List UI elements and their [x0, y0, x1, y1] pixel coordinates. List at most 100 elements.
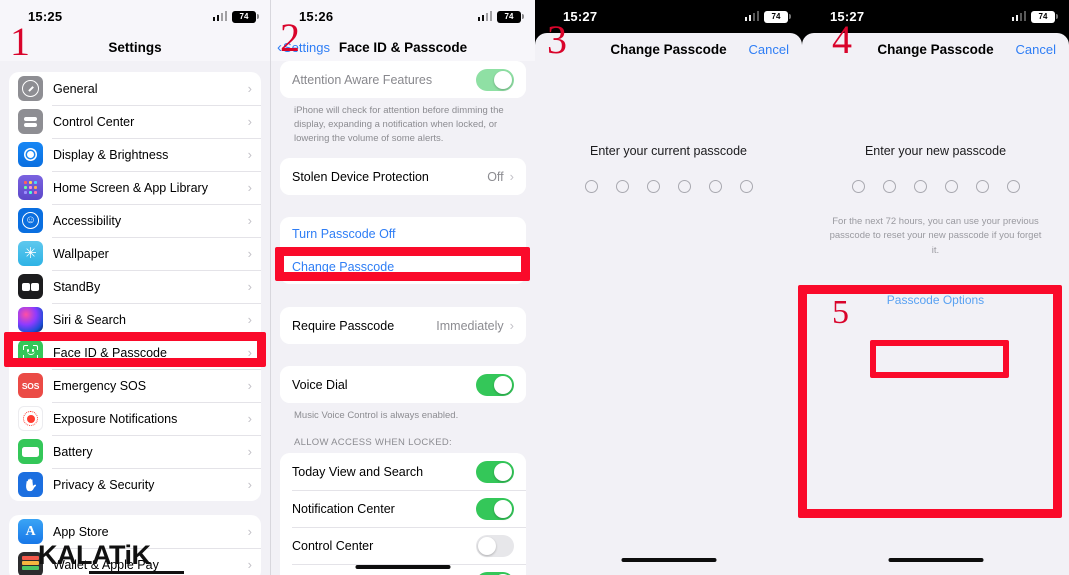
home-indicator: [355, 565, 451, 569]
sidebar-item-face-id-passcode[interactable]: Face ID & Passcode ›: [9, 336, 261, 369]
notification-center-toggle[interactable]: [476, 497, 514, 520]
sheet-title: Change Passcode: [610, 41, 727, 57]
sidebar-item-accessibility[interactable]: ☺ Accessibility ›: [9, 204, 261, 237]
settings-scroll-1[interactable]: General › Control Center › Display & Bri…: [0, 61, 270, 575]
watermark-strike: [89, 571, 184, 574]
tutorial-board: 15:25 74 Settings General › Control Cent…: [0, 0, 1069, 575]
battery-level: 74: [1038, 11, 1048, 21]
settings-group-main: General › Control Center › Display & Bri…: [9, 72, 261, 501]
passcode-dots: [802, 180, 1069, 193]
step-number-4: 4: [832, 17, 852, 62]
settings-scroll-2[interactable]: Attention Aware Features iPhone will che…: [271, 61, 535, 575]
sidebar-item-siri-search[interactable]: Siri & Search ›: [9, 303, 261, 336]
cell-value: Immediately: [436, 318, 504, 333]
status-time: 15:25: [28, 9, 63, 24]
chevron-right-icon: ›: [247, 444, 252, 459]
row-stolen-device-protection[interactable]: Stolen Device Protection Off ›: [280, 158, 526, 196]
passcode-dot: [677, 180, 691, 193]
sidebar-item-home-screen[interactable]: Home Screen & App Library ›: [9, 171, 261, 204]
standby-icon: [18, 274, 43, 299]
passcode-dots: [535, 180, 802, 193]
row-notification-center[interactable]: Notification Center: [280, 490, 526, 528]
today-view-toggle[interactable]: [476, 460, 514, 483]
row-label: Control Center: [53, 114, 135, 129]
cell-label: Stolen Device Protection: [292, 169, 429, 184]
battery-icon: 74: [497, 10, 524, 23]
row-label: Wallpaper: [53, 246, 109, 261]
battery-level: 74: [239, 11, 249, 21]
passcode-dot: [851, 180, 865, 193]
sidebar-item-control-center[interactable]: Control Center ›: [9, 105, 261, 138]
status-bar-2: 15:26 74: [271, 0, 535, 33]
passcode-dot: [882, 180, 896, 193]
cell-label: Require Passcode: [292, 318, 395, 333]
chevron-right-icon: ›: [247, 213, 252, 228]
passcode-dot: [975, 180, 989, 193]
row-control-center[interactable]: Control Center: [280, 527, 526, 565]
cancel-button[interactable]: Cancel: [1016, 42, 1056, 57]
row-attention-aware-features[interactable]: Attention Aware Features: [280, 61, 526, 98]
row-turn-passcode-off[interactable]: Turn Passcode Off: [280, 217, 526, 251]
change-passcode-sheet-3: Change Passcode Cancel Enter your curren…: [535, 33, 802, 575]
chevron-right-icon: ›: [247, 524, 252, 539]
passcode-dot: [944, 180, 958, 193]
chevron-right-icon: ›: [247, 378, 252, 393]
sidebar-item-display-brightness[interactable]: Display & Brightness ›: [9, 138, 261, 171]
nav-bar-1: Settings: [0, 33, 270, 61]
sidebar-item-emergency-sos[interactable]: SOS Emergency SOS ›: [9, 369, 261, 402]
passcode-dot: [584, 180, 598, 193]
accessibility-icon: ☺: [18, 208, 43, 233]
cellular-signal-icon: [744, 11, 759, 21]
require-passcode-group: Require Passcode Immediately ›: [280, 307, 526, 345]
panel-settings-list: 15:25 74 Settings General › Control Cent…: [0, 0, 270, 575]
chevron-right-icon: ›: [247, 114, 252, 129]
sidebar-item-privacy-security[interactable]: Privacy & Security ›: [9, 468, 261, 501]
face-id-icon: [18, 340, 43, 365]
row-label: General: [53, 81, 98, 96]
row-label: Face ID & Passcode: [53, 345, 167, 360]
passcode-reset-hint: For the next 72 hours, you can use your …: [829, 216, 1042, 256]
chevron-right-icon: ›: [247, 312, 252, 327]
cell-value: Off: [487, 169, 504, 184]
chevron-right-icon: ›: [247, 279, 252, 294]
attention-group: Attention Aware Features: [280, 61, 526, 98]
home-screen-icon: [18, 175, 43, 200]
status-indicators: 74: [212, 10, 259, 23]
battery-icon: 74: [1031, 10, 1058, 23]
status-indicators: 74: [477, 10, 524, 23]
row-change-passcode[interactable]: Change Passcode: [280, 250, 526, 285]
cell-label: Attention Aware Features: [292, 72, 433, 87]
sidebar-item-exposure-notifications[interactable]: Exposure Notifications ›: [9, 402, 261, 435]
control-center-toggle[interactable]: [476, 534, 514, 557]
sidebar-item-wallpaper[interactable]: Wallpaper ›: [9, 237, 261, 270]
passcode-actions-group: Turn Passcode Off Change Passcode: [280, 217, 526, 285]
sidebar-item-battery[interactable]: Battery ›: [9, 435, 261, 468]
row-label: Battery: [53, 444, 93, 459]
allow-access-group: Today View and Search Notification Cente…: [280, 453, 526, 575]
home-indicator: [888, 558, 983, 562]
attention-footnote: iPhone will check for attention before d…: [294, 105, 504, 144]
cancel-button[interactable]: Cancel: [749, 42, 789, 57]
voice-dial-toggle[interactable]: [476, 373, 514, 396]
sheet-nav-3: Change Passcode Cancel: [535, 33, 802, 65]
lock-screen-widgets-toggle[interactable]: [476, 571, 514, 575]
row-require-passcode[interactable]: Require Passcode Immediately ›: [280, 307, 526, 345]
chevron-right-icon: ›: [509, 318, 514, 334]
wallpaper-icon: [18, 241, 43, 266]
battery-level: 74: [771, 11, 781, 21]
sos-icon: SOS: [18, 373, 43, 398]
panel-enter-current-passcode: 15:27 74 Change Passcode Cancel Enter yo…: [535, 0, 802, 575]
cell-label: Today View and Search: [292, 464, 424, 479]
chevron-right-icon: ›: [247, 246, 252, 261]
row-today-view-and-search[interactable]: Today View and Search: [280, 453, 526, 491]
sidebar-item-general[interactable]: General ›: [9, 72, 261, 105]
passcode-dot: [1006, 180, 1020, 193]
row-label: Exposure Notifications: [53, 411, 178, 426]
row-voice-dial[interactable]: Voice Dial: [280, 366, 526, 404]
sidebar-item-standby[interactable]: StandBy ›: [9, 270, 261, 303]
chevron-right-icon: ›: [247, 477, 252, 492]
page-title: Face ID & Passcode: [338, 39, 468, 55]
home-indicator: [621, 558, 716, 562]
attention-toggle[interactable]: [476, 68, 514, 91]
cell-label: Turn Passcode Off: [292, 226, 396, 241]
